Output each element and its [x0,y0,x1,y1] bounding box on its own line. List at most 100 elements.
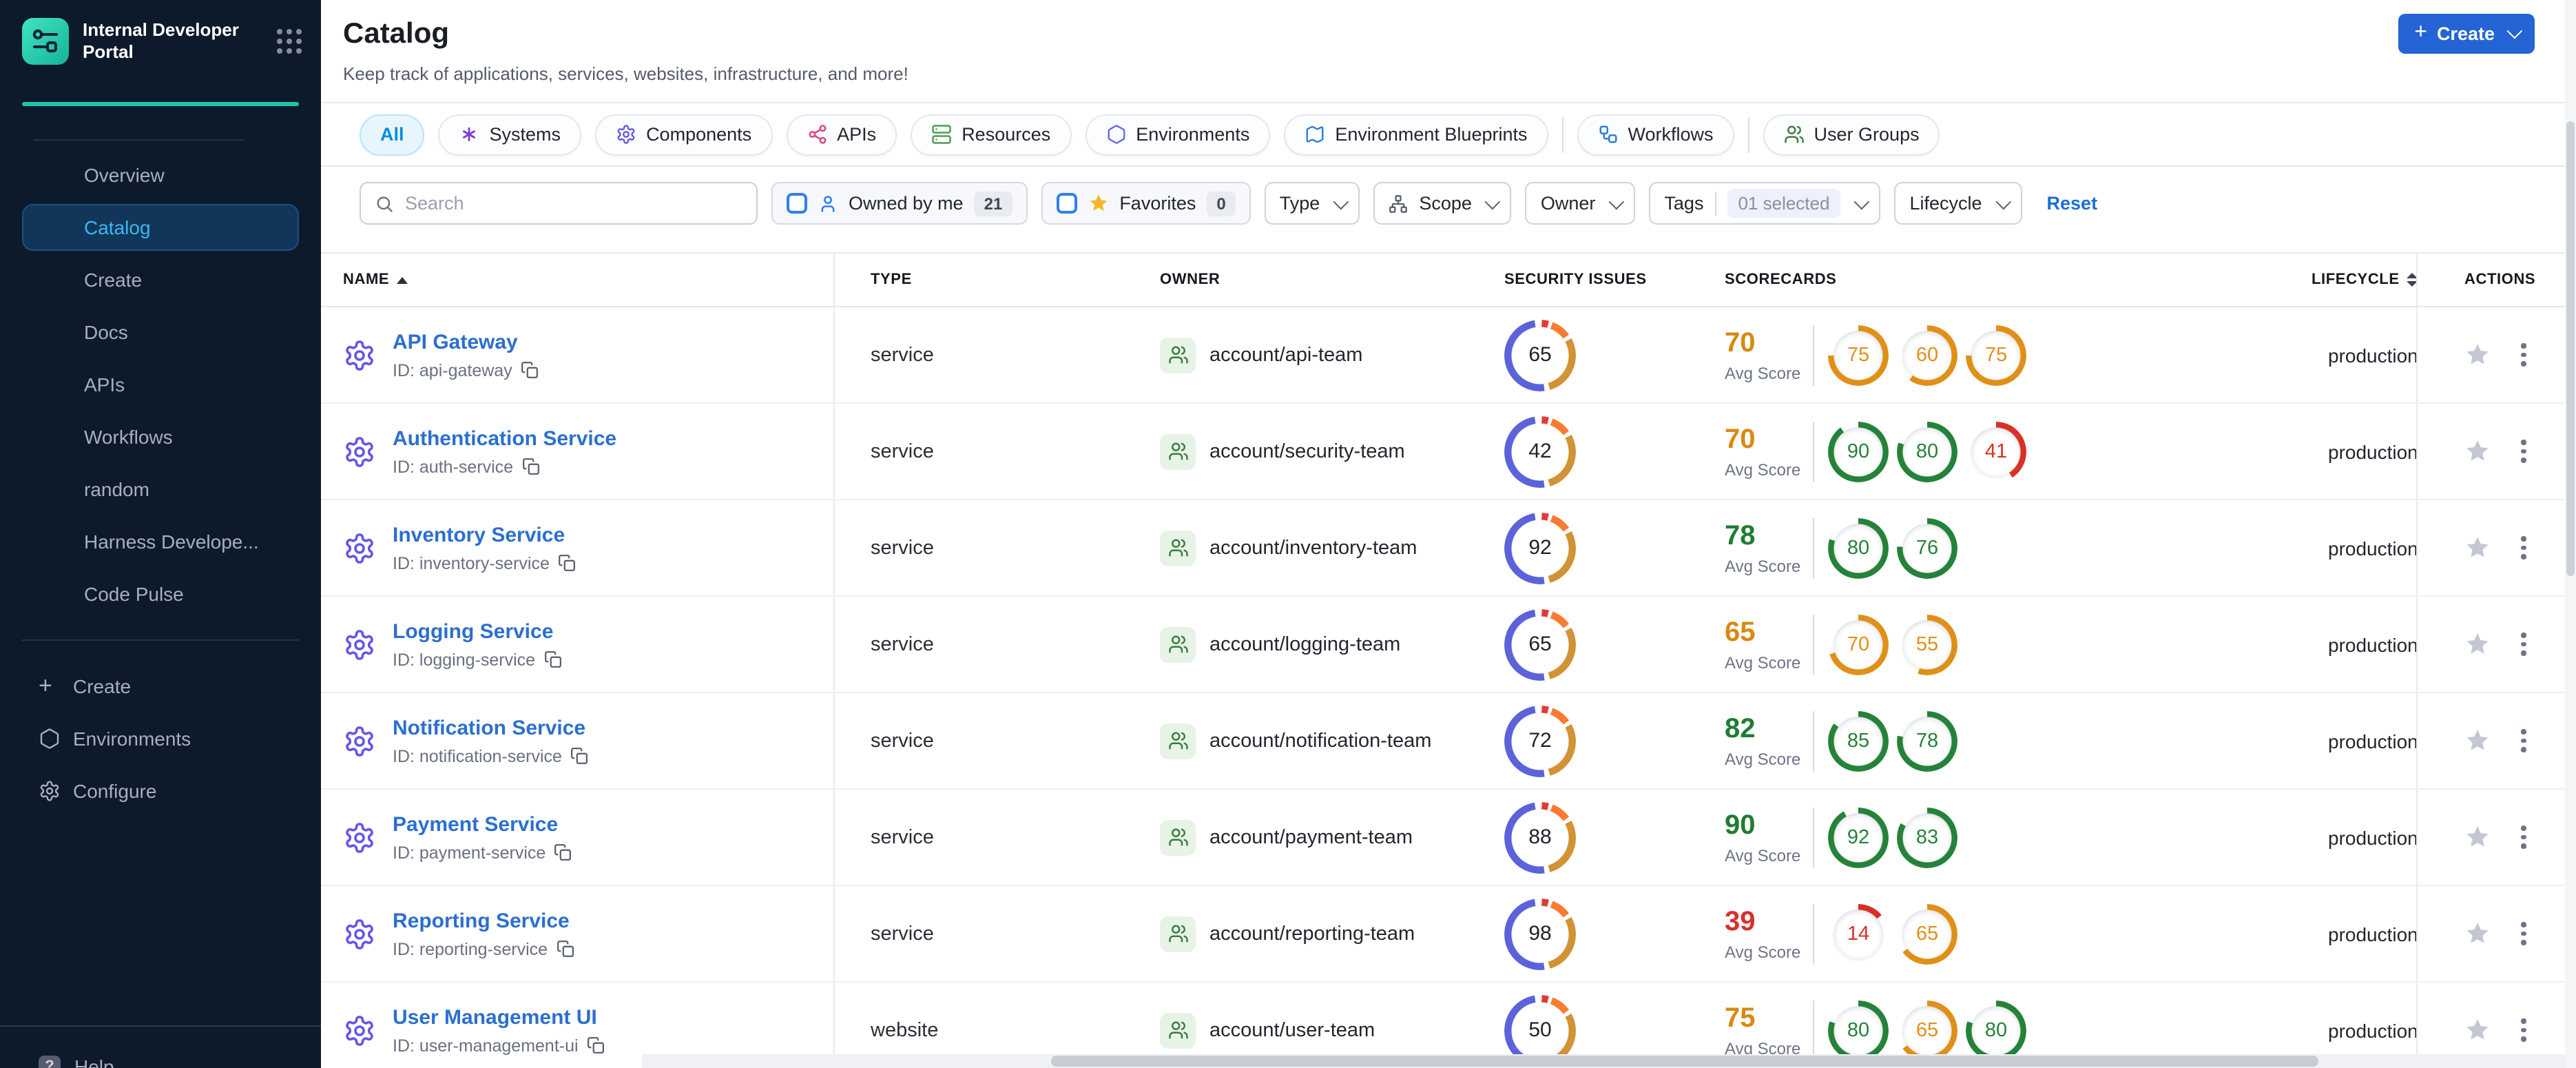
security-cell: 88 [1477,801,1711,873]
scorecard-bubble[interactable]: 90 [1834,427,1883,476]
security-issues-donut[interactable]: 65 [1504,608,1576,680]
sidebar-item-help[interactable]: ? Help [0,1043,321,1068]
favorites-checkbox[interactable] [1056,193,1077,214]
scorecard-bubble[interactable]: 55 [1902,619,1952,669]
entity-name-link[interactable]: Logging Service [393,619,561,643]
entity-name-link[interactable]: Inventory Service [393,523,576,546]
scorecard-bubble[interactable]: 65 [1902,1005,1952,1055]
sidebar-item-create-bottom[interactable]: + Create [0,660,321,712]
tab-apis[interactable]: APIs [786,114,897,155]
favorite-star-icon[interactable] [2464,438,2491,464]
favorite-star-icon[interactable] [2464,535,2491,561]
tab-components[interactable]: Components [595,114,773,155]
sidebar-item-configure[interactable]: Configure [0,765,321,817]
type-dropdown[interactable]: Type [1264,182,1360,225]
scorecard-bubble[interactable]: 65 [1902,909,1952,958]
tab-workflows[interactable]: Workflows [1577,114,1734,155]
kebab-menu-icon[interactable] [2515,724,2531,758]
favorite-star-icon[interactable] [2464,342,2491,368]
scorecard-bubble[interactable]: 75 [1834,330,1883,380]
lifecycle-dropdown[interactable]: Lifecycle [1894,182,2022,225]
copy-icon[interactable] [554,843,572,861]
vertical-scrollbar-thumb[interactable] [2566,121,2575,576]
entity-name-link[interactable]: Authentication Service [393,427,616,450]
tab-resources[interactable]: Resources [911,114,1072,155]
sidebar-item-apis[interactable]: APIs [0,358,321,411]
scorecard-bubble[interactable]: 70 [1834,619,1883,669]
scorecard-bubble[interactable]: 76 [1902,523,1952,573]
scorecard-bubble[interactable]: 80 [1834,1005,1883,1055]
owned-by-me-checkbox[interactable] [787,193,807,214]
kebab-menu-icon[interactable] [2515,821,2531,854]
kebab-menu-icon[interactable] [2515,917,2531,951]
sidebar-item-harness-developer[interactable]: Harness Develope... [0,515,321,568]
favorite-star-icon[interactable] [2464,1017,2491,1043]
sidebar-item-overview[interactable]: Overview [0,149,321,201]
sidebar-item-random[interactable]: random [0,463,321,515]
tab-systems[interactable]: Systems [438,114,582,155]
scorecard-bubble[interactable]: 41 [1971,427,2021,476]
scorecard-bubble[interactable]: 80 [1971,1005,2021,1055]
security-issues-donut[interactable]: 98 [1504,898,1576,969]
copy-icon[interactable] [543,650,561,668]
search-input[interactable] [405,193,742,214]
reset-filters-link[interactable]: Reset [2047,193,2098,214]
owned-by-me-filter[interactable]: Owned by me 21 [771,182,1028,225]
favorite-star-icon[interactable] [2464,921,2491,947]
scorecard-bubble[interactable]: 80 [1834,523,1883,573]
copy-icon[interactable] [521,458,539,475]
scorecard-bubble[interactable]: 92 [1834,812,1883,862]
security-issues-donut[interactable]: 88 [1504,801,1576,873]
entity-name-link[interactable]: Reporting Service [393,909,574,932]
lifecycle-value: production [2328,633,2418,655]
favorite-star-icon[interactable] [2464,728,2491,754]
owner-dropdown[interactable]: Owner [1525,182,1636,225]
entity-name-link[interactable]: Notification Service [393,716,588,739]
tab-environment-blueprints[interactable]: Environment Blueprints [1284,114,1548,155]
tab-environments[interactable]: Environments [1085,114,1271,155]
tags-dropdown[interactable]: Tags 01 selected [1649,182,1881,225]
kebab-menu-icon[interactable] [2515,435,2531,469]
scorecard-bubble[interactable]: 85 [1834,716,1883,766]
create-button[interactable]: + Create [2398,14,2535,54]
favorite-star-icon[interactable] [2464,631,2491,657]
sidebar-item-code-pulse[interactable]: Code Pulse [0,568,321,620]
sidebar-item-environments[interactable]: Environments [0,712,321,765]
kebab-menu-icon[interactable] [2515,338,2531,372]
scorecards-cell: 78 Avg Score 80 76 [1711,517,2289,578]
scorecard-bubble[interactable]: 78 [1902,716,1952,766]
copy-icon[interactable] [556,940,574,958]
entity-name-link[interactable]: API Gateway [393,330,539,353]
sidebar-item-workflows[interactable]: Workflows [0,411,321,463]
scorecard-bubble[interactable]: 75 [1971,330,2021,380]
sidebar-item-create[interactable]: Create [0,254,321,306]
copy-icon[interactable] [587,1036,605,1054]
scorecard-bubble[interactable]: 14 [1834,909,1883,958]
scorecard-bubble[interactable]: 83 [1902,812,1952,862]
security-issues-donut[interactable]: 92 [1504,512,1576,584]
column-header-name[interactable]: NAME [321,254,835,306]
security-issues-donut[interactable]: 42 [1504,415,1576,487]
scorecard-bubble[interactable]: 60 [1902,330,1952,380]
kebab-menu-icon[interactable] [2515,628,2531,661]
sidebar-item-docs[interactable]: Docs [0,306,321,358]
security-issues-donut[interactable]: 72 [1504,705,1576,777]
entity-name-link[interactable]: User Management UI [393,1005,605,1029]
scorecard-bubble[interactable]: 80 [1902,427,1952,476]
sidebar-item-catalog[interactable]: Catalog [0,201,321,254]
security-issues-donut[interactable]: 65 [1504,319,1576,391]
copy-icon[interactable] [521,361,539,379]
tab-user-groups[interactable]: User Groups [1763,114,1940,155]
copy-icon[interactable] [558,554,576,572]
kebab-menu-icon[interactable] [2515,1014,2531,1047]
favorite-star-icon[interactable] [2464,824,2491,850]
tab-all[interactable]: All [360,114,425,155]
scope-dropdown[interactable]: Scope [1373,182,1512,225]
favorites-filter[interactable]: Favorites 0 [1041,182,1251,225]
kebab-menu-icon[interactable] [2515,531,2531,565]
app-switcher-grid-icon[interactable] [277,29,302,54]
entity-name-link[interactable]: Payment Service [393,812,572,836]
horizontal-scrollbar-thumb[interactable] [1051,1056,2318,1067]
column-header-lifecycle[interactable]: LIFECYCLE [2289,271,2418,288]
copy-icon[interactable] [570,747,588,765]
